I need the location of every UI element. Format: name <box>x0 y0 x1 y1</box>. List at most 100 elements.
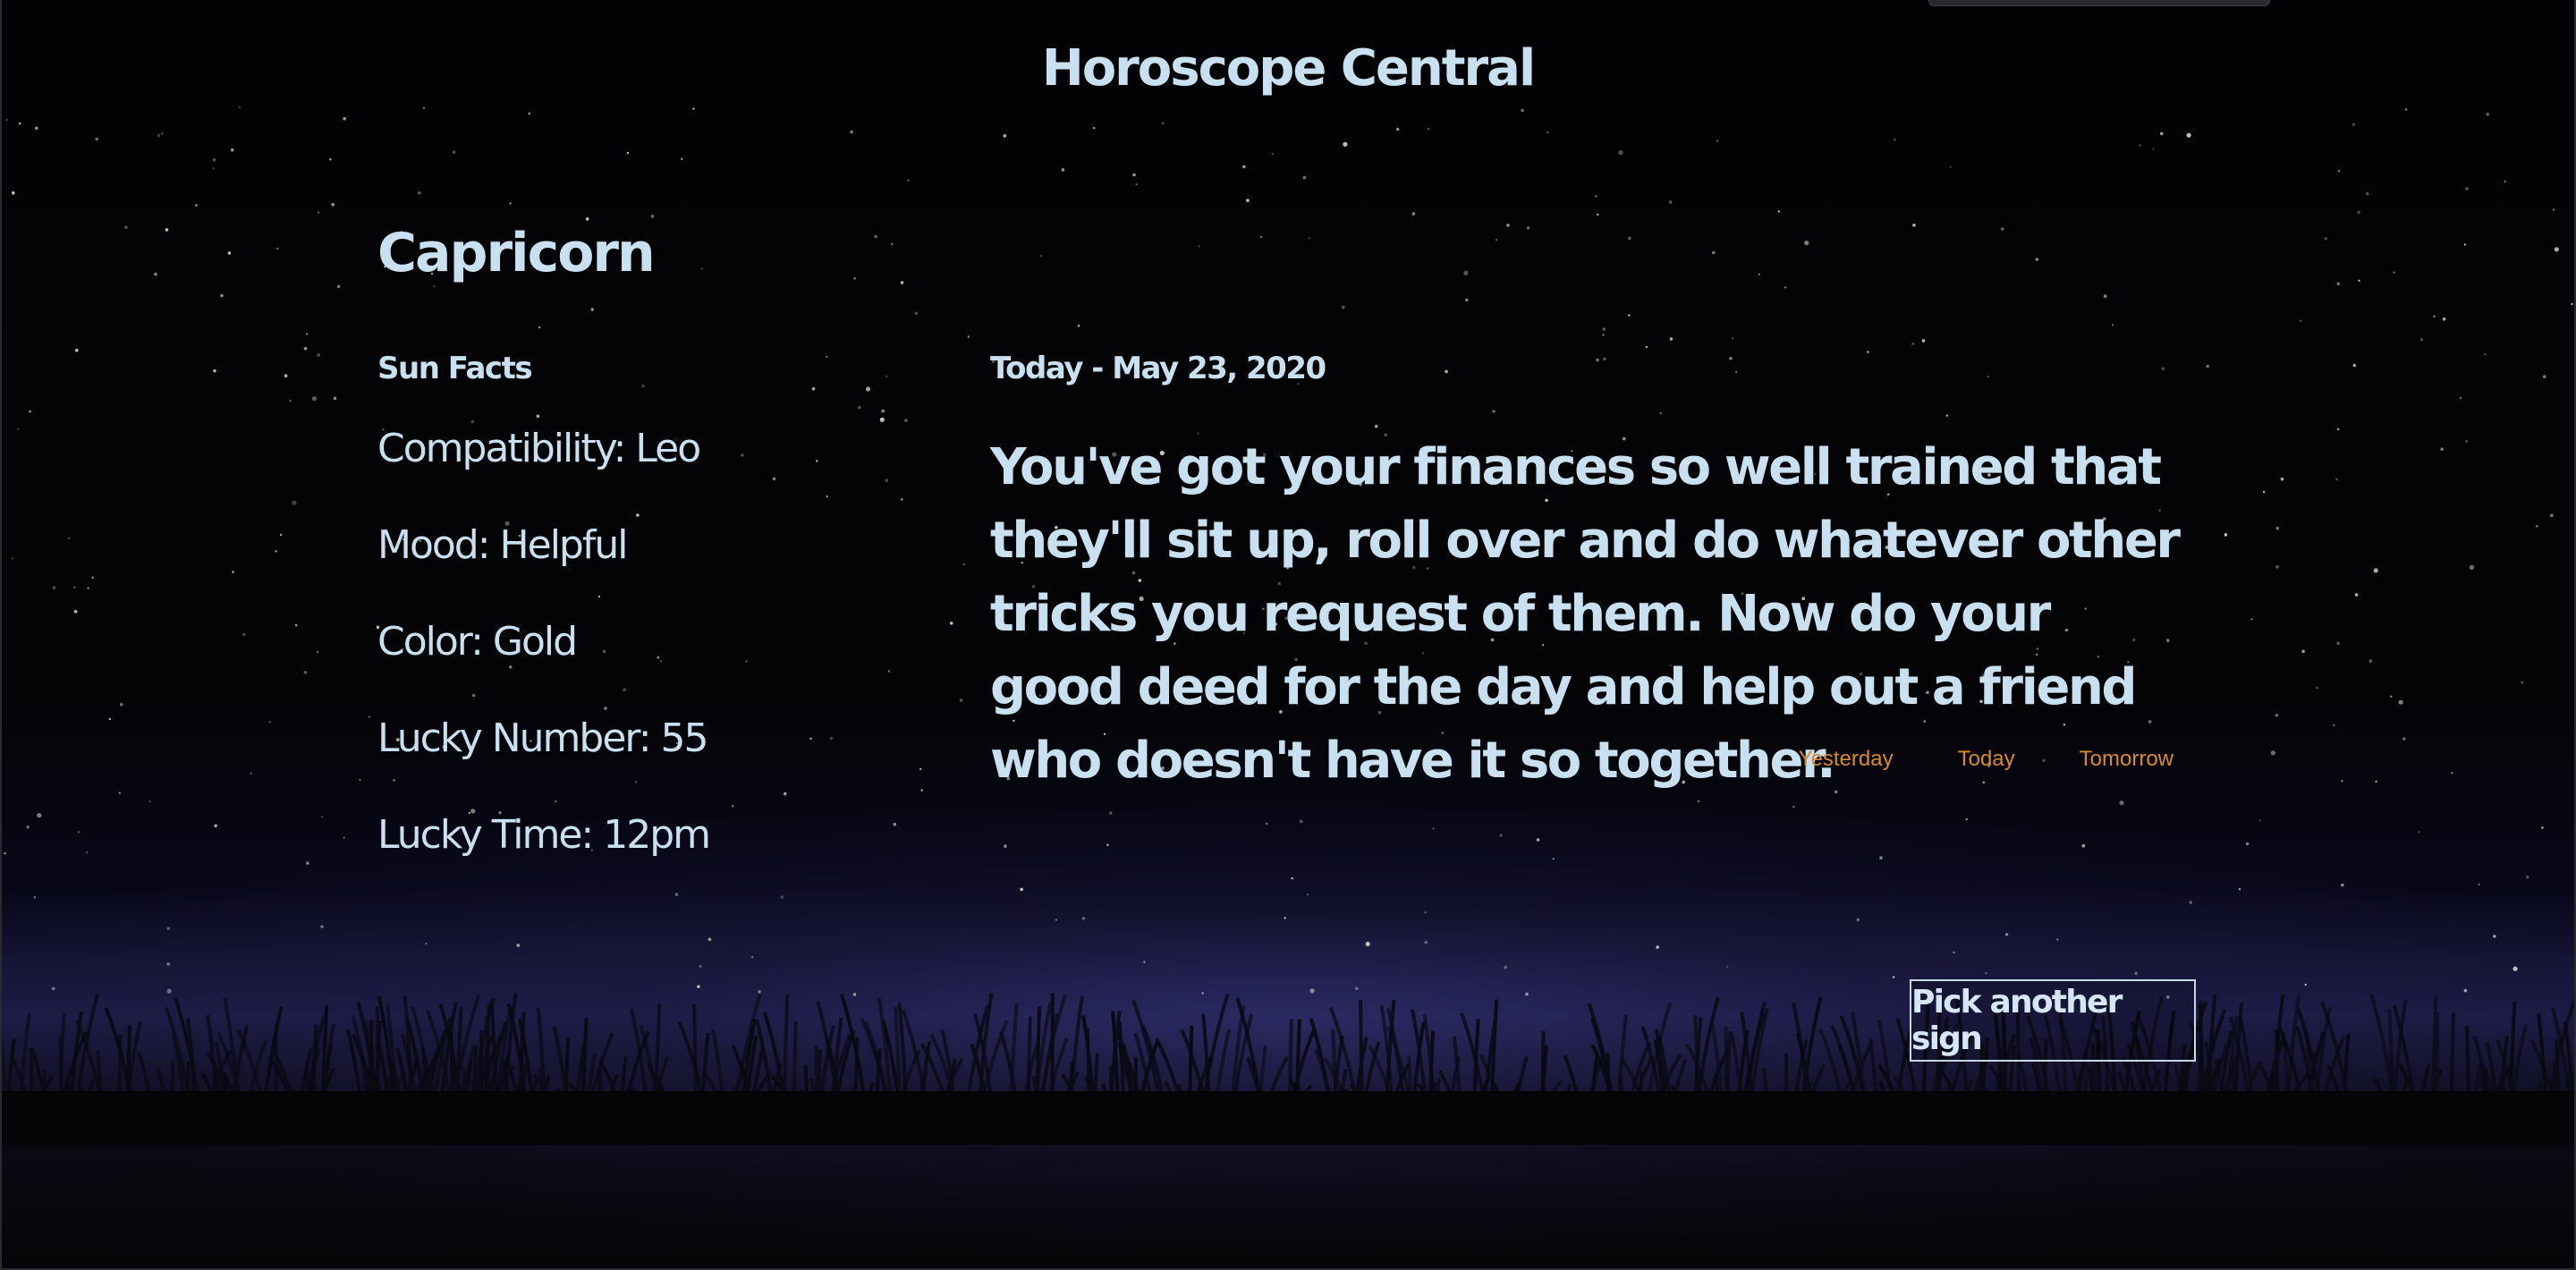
horoscope-reading: Today - May 23, 2020 You've got your fin… <box>990 351 2181 798</box>
star <box>2159 131 2164 136</box>
star <box>1055 919 1058 921</box>
star <box>2270 750 2275 756</box>
star <box>1628 314 1631 317</box>
star <box>528 112 530 115</box>
star <box>1804 241 1809 246</box>
star <box>1109 811 1113 815</box>
star <box>2354 593 2359 597</box>
star <box>874 234 877 239</box>
star <box>1395 127 1400 131</box>
yesterday-link[interactable]: Yesterday <box>1799 747 1894 772</box>
star <box>2459 396 2462 400</box>
star <box>333 396 337 401</box>
star <box>681 157 683 160</box>
star <box>2280 477 2284 481</box>
site-title: Horoscope Central <box>1041 39 1536 97</box>
star <box>212 167 215 170</box>
star <box>2451 772 2453 775</box>
star <box>2493 935 2496 938</box>
star <box>195 204 198 207</box>
star <box>331 203 335 207</box>
star <box>585 217 589 221</box>
star <box>452 150 456 154</box>
star <box>35 126 38 131</box>
star <box>2486 113 2489 116</box>
star <box>1669 337 1674 341</box>
star <box>1132 173 1136 177</box>
star <box>2541 826 2544 829</box>
star <box>1777 210 1781 213</box>
star <box>2552 208 2555 211</box>
star <box>2224 533 2228 537</box>
today-link[interactable]: Today <box>1958 747 2015 772</box>
star <box>900 281 904 284</box>
star <box>2336 641 2340 645</box>
star <box>2000 227 2004 231</box>
star <box>2056 938 2059 941</box>
star <box>120 702 123 707</box>
star <box>1365 941 1370 947</box>
star <box>1536 838 1540 842</box>
star <box>1246 199 1250 202</box>
star <box>751 956 754 959</box>
star <box>1465 298 1469 302</box>
star <box>914 311 919 316</box>
star <box>2402 737 2406 741</box>
star <box>1306 893 1309 896</box>
star <box>879 417 885 422</box>
star <box>2463 243 2466 246</box>
star <box>1432 827 1435 830</box>
star <box>2357 210 2360 214</box>
star <box>2081 843 2086 848</box>
star <box>1242 165 1246 169</box>
star <box>887 670 890 673</box>
fact-color: Color: Gold <box>377 619 578 665</box>
star <box>538 326 541 329</box>
star <box>311 396 318 402</box>
star <box>250 772 253 775</box>
star <box>2341 883 2344 887</box>
star <box>1061 168 1065 172</box>
star <box>1003 134 1007 138</box>
star <box>1077 325 1080 327</box>
reading-text: You've got your finances so well trained… <box>990 438 2181 790</box>
star <box>2335 478 2338 481</box>
star <box>1342 305 1345 309</box>
star <box>1731 337 1734 340</box>
star <box>893 822 897 826</box>
star <box>292 500 297 505</box>
star <box>2404 108 2408 111</box>
star <box>303 671 308 674</box>
star <box>2351 123 2356 127</box>
star <box>2301 649 2305 654</box>
star <box>422 106 426 110</box>
star <box>425 942 428 945</box>
star <box>1299 819 1303 824</box>
star <box>305 333 309 335</box>
star <box>1656 945 1659 949</box>
star <box>37 813 42 818</box>
star <box>2262 490 2266 494</box>
star <box>2275 565 2279 569</box>
fact-mood: Mood: Helpful <box>377 522 628 568</box>
star <box>1506 224 1510 227</box>
star <box>343 836 345 839</box>
star <box>1716 140 1719 142</box>
star <box>2238 888 2241 891</box>
star <box>2300 319 2302 322</box>
star <box>2258 819 2261 822</box>
star <box>1499 834 1503 837</box>
star <box>590 308 595 311</box>
star <box>1784 286 1787 289</box>
star <box>368 715 371 718</box>
star <box>959 698 963 702</box>
star <box>901 498 903 501</box>
star <box>2390 695 2393 698</box>
pick-another-sign-button[interactable]: Pick another sign <box>1910 979 2196 1062</box>
star <box>1135 183 1138 186</box>
star <box>33 896 37 899</box>
tomorrow-link[interactable]: Tomorrow <box>2080 747 2174 772</box>
star <box>2245 842 2250 846</box>
star <box>68 537 71 540</box>
star <box>1039 254 1043 258</box>
